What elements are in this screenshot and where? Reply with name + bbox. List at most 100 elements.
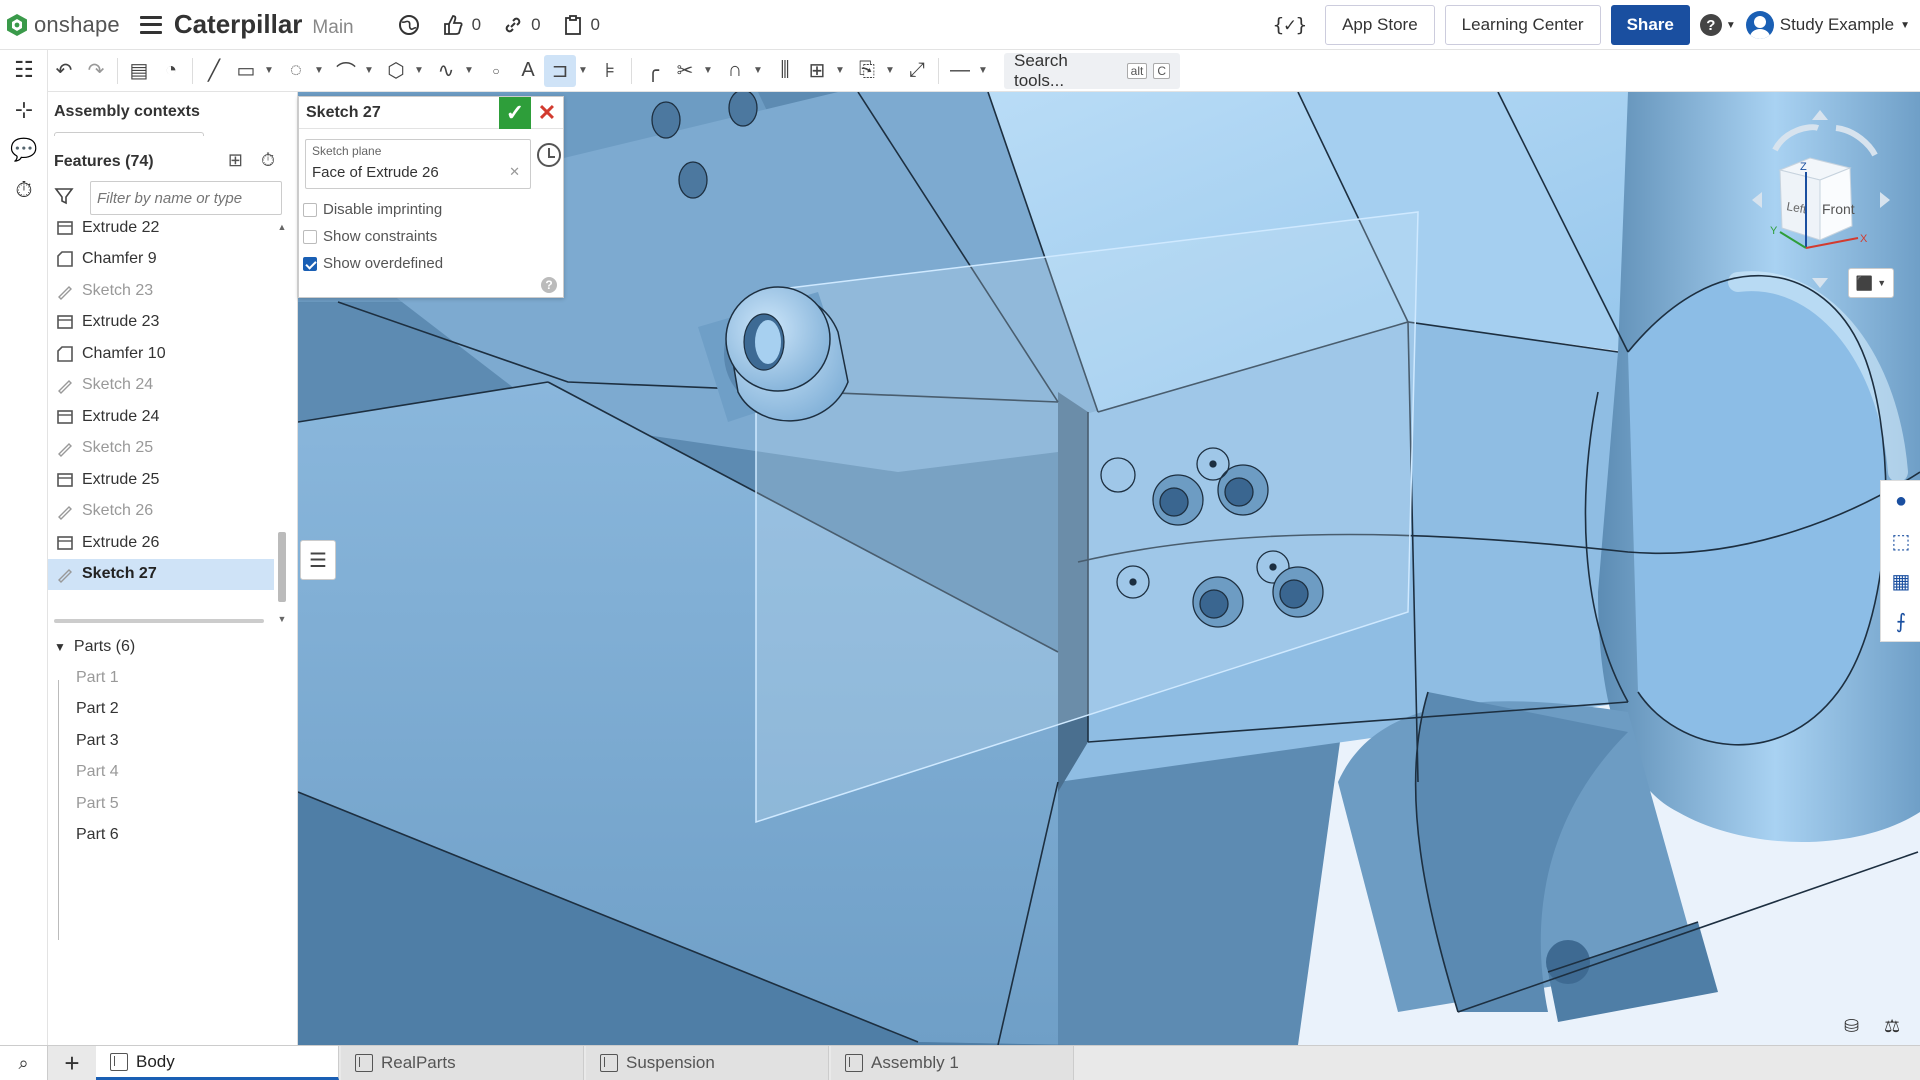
mass-properties-icon[interactable]: ⚖ <box>1884 1016 1900 1037</box>
accept-button[interactable]: ✓ <box>499 96 531 129</box>
list-toggle-button[interactable]: ☰ <box>300 540 336 580</box>
add-folder-icon[interactable]: ⊞ <box>228 150 243 171</box>
add-tab-button[interactable]: + <box>48 1046 96 1080</box>
filter-icon[interactable] <box>54 186 82 211</box>
chevron-down-icon[interactable]: ▼ <box>262 65 276 76</box>
view-cube[interactable]: Left Front Z Y X <box>1740 110 1900 290</box>
clear-selection-icon[interactable]: ✕ <box>509 164 520 180</box>
configurations-panel-icon[interactable]: ▦ <box>1881 561 1920 601</box>
circle-tool-icon[interactable]: ◌ <box>280 55 312 87</box>
variable-studio-icon[interactable]: {✓} <box>1273 14 1307 36</box>
chevron-down-icon[interactable]: ▼ <box>312 65 326 76</box>
feature-item-chamfer-9[interactable]: Chamfer 9 <box>48 244 274 276</box>
rectangle-tool-icon[interactable]: ▭ <box>230 55 262 87</box>
feature-item-extrude-25[interactable]: Extrude 25 <box>48 464 274 496</box>
text-tool-icon[interactable]: A <box>512 55 544 87</box>
cancel-button[interactable]: ✕ <box>531 97 563 129</box>
disable-imprinting-checkbox[interactable]: Disable imprinting <box>303 201 442 218</box>
part-item[interactable]: Part 4 <box>54 757 119 789</box>
undo-icon[interactable]: ↶ <box>48 55 80 87</box>
point-tool-icon[interactable]: ○ <box>480 55 512 87</box>
show-overdefined-checkbox[interactable]: Show overdefined <box>303 255 443 272</box>
chevron-down-icon[interactable]: ▼ <box>976 65 990 76</box>
insert-icon[interactable]: ⊹ <box>0 90 48 130</box>
chevron-down-icon[interactable]: ▼ <box>883 65 897 76</box>
feature-item-chamfer-10[interactable]: Chamfer 10 <box>48 338 274 370</box>
part-item[interactable]: Part 1 <box>54 662 119 694</box>
pattern-tool-icon[interactable]: ⊞ <box>801 55 833 87</box>
line-style-icon[interactable]: — <box>944 55 976 87</box>
comments-icon[interactable]: 💬 <box>0 130 48 170</box>
mirror-tool-icon[interactable]: ⫼ <box>769 55 801 87</box>
feature-item-extrude-23[interactable]: Extrude 23 <box>48 307 274 339</box>
user-menu[interactable]: Study Example ▼ <box>1745 11 1910 39</box>
chevron-down-icon[interactable]: ▼ <box>576 65 590 76</box>
tab-suspension[interactable]: Suspension <box>586 1046 829 1080</box>
redo-icon[interactable]: ↷ <box>80 55 112 87</box>
chevron-down-icon[interactable]: ▼ <box>701 65 715 76</box>
feature-item-sketch-24[interactable]: Sketch 24 <box>48 370 274 402</box>
polygon-tool-icon[interactable]: ⬡ <box>380 55 412 87</box>
render-mode-icon[interactable]: ⛁ <box>1844 1016 1859 1037</box>
offset-tool-icon[interactable]: ∩ <box>719 55 751 87</box>
feature-item-sketch-27[interactable]: Sketch 27 <box>48 558 274 590</box>
rollback-timer-icon[interactable]: ⏱ <box>261 150 275 171</box>
onshape-logo[interactable]: onshape <box>6 12 120 38</box>
like-button[interactable]: 0 <box>442 14 481 36</box>
scrollbar-thumb[interactable] <box>278 532 286 602</box>
checkbox[interactable] <box>303 256 317 271</box>
main-menu-button[interactable] <box>139 15 162 34</box>
arc-tool-icon[interactable]: ⌒ <box>330 55 362 87</box>
import-dxf-icon[interactable]: ⎘ <box>851 55 883 87</box>
app-store-button[interactable]: App Store <box>1325 5 1435 45</box>
assembly-contexts-tab[interactable] <box>54 132 204 136</box>
variables-panel-icon[interactable]: ⨍ <box>1881 601 1920 641</box>
help-icon[interactable]: ? <box>541 277 557 293</box>
horizontal-scrollbar[interactable] <box>54 619 264 623</box>
chevron-down-icon[interactable]: ▼ <box>412 65 426 76</box>
tab-body[interactable]: Body <box>96 1046 339 1080</box>
mate-connector-panel-icon[interactable]: ⬚ <box>1881 521 1920 561</box>
help-menu-button[interactable]: ? ▼ <box>1699 14 1736 36</box>
use-icon[interactable]: ◔ <box>155 55 187 87</box>
show-constraints-checkbox[interactable]: Show constraints <box>303 228 437 245</box>
tab-assembly-1[interactable]: Assembly 1 <box>831 1046 1074 1080</box>
chevron-down-icon[interactable]: ▼ <box>833 65 847 76</box>
learning-center-button[interactable]: Learning Center <box>1444 5 1601 45</box>
spline-tool-icon[interactable]: ∿ <box>430 55 462 87</box>
copies-button[interactable]: 0 <box>563 14 600 36</box>
feature-item-extrude-26[interactable]: Extrude 26 <box>48 527 274 559</box>
part-item[interactable]: Part 3 <box>54 725 119 757</box>
fillet-tool-icon[interactable]: ╭ <box>637 55 669 87</box>
feature-item-extrude-24[interactable]: Extrude 24 <box>48 401 274 433</box>
construction-tool-icon[interactable]: ⊐ <box>544 54 576 87</box>
share-button[interactable]: Share <box>1610 5 1690 45</box>
appearance-panel-icon[interactable]: ● <box>1881 481 1920 521</box>
branch-name[interactable]: Main <box>312 17 353 39</box>
transform-tool-icon[interactable]: ⤢ <box>901 55 933 87</box>
feature-list-scrollbar[interactable]: ▲ ▼ <box>276 222 288 624</box>
sketch-plane-icon[interactable]: ▤ <box>123 55 155 87</box>
feature-item-sketch-25[interactable]: Sketch 25 <box>48 433 274 465</box>
sketch-plane-field[interactable]: Sketch plane Face of Extrude 26 ✕ <box>305 139 531 189</box>
part-item[interactable]: Part 5 <box>54 788 119 820</box>
tab-realparts[interactable]: RealParts <box>341 1046 584 1080</box>
checkbox[interactable] <box>303 202 317 217</box>
parts-section-toggle[interactable]: ▼ Parts (6) <box>54 638 135 656</box>
part-item[interactable]: Part 6 <box>54 820 119 852</box>
view-mode-dropdown[interactable]: ⬛ ▼ <box>1848 268 1894 298</box>
chevron-down-icon[interactable]: ▼ <box>462 65 476 76</box>
checkbox[interactable] <box>303 229 317 244</box>
feature-list-toggle-icon[interactable]: ☷ <box>0 50 48 90</box>
public-globe-icon[interactable] <box>398 14 420 36</box>
part-item[interactable]: Part 2 <box>54 694 119 726</box>
feature-item-sketch-26[interactable]: Sketch 26 <box>48 496 274 528</box>
document-title[interactable]: Caterpillar <box>174 9 303 40</box>
tab-manager-icon[interactable]: ⌕ <box>0 1046 48 1080</box>
history-icon[interactable]: ⏱ <box>0 170 48 210</box>
final-state-clock-icon[interactable] <box>537 143 561 167</box>
links-button[interactable]: 0 <box>503 15 541 35</box>
feature-item-sketch-23[interactable]: Sketch 23 <box>48 275 274 307</box>
dimension-tool-icon[interactable]: ⊧ <box>594 55 626 87</box>
trim-tool-icon[interactable]: ✂ <box>669 55 701 87</box>
